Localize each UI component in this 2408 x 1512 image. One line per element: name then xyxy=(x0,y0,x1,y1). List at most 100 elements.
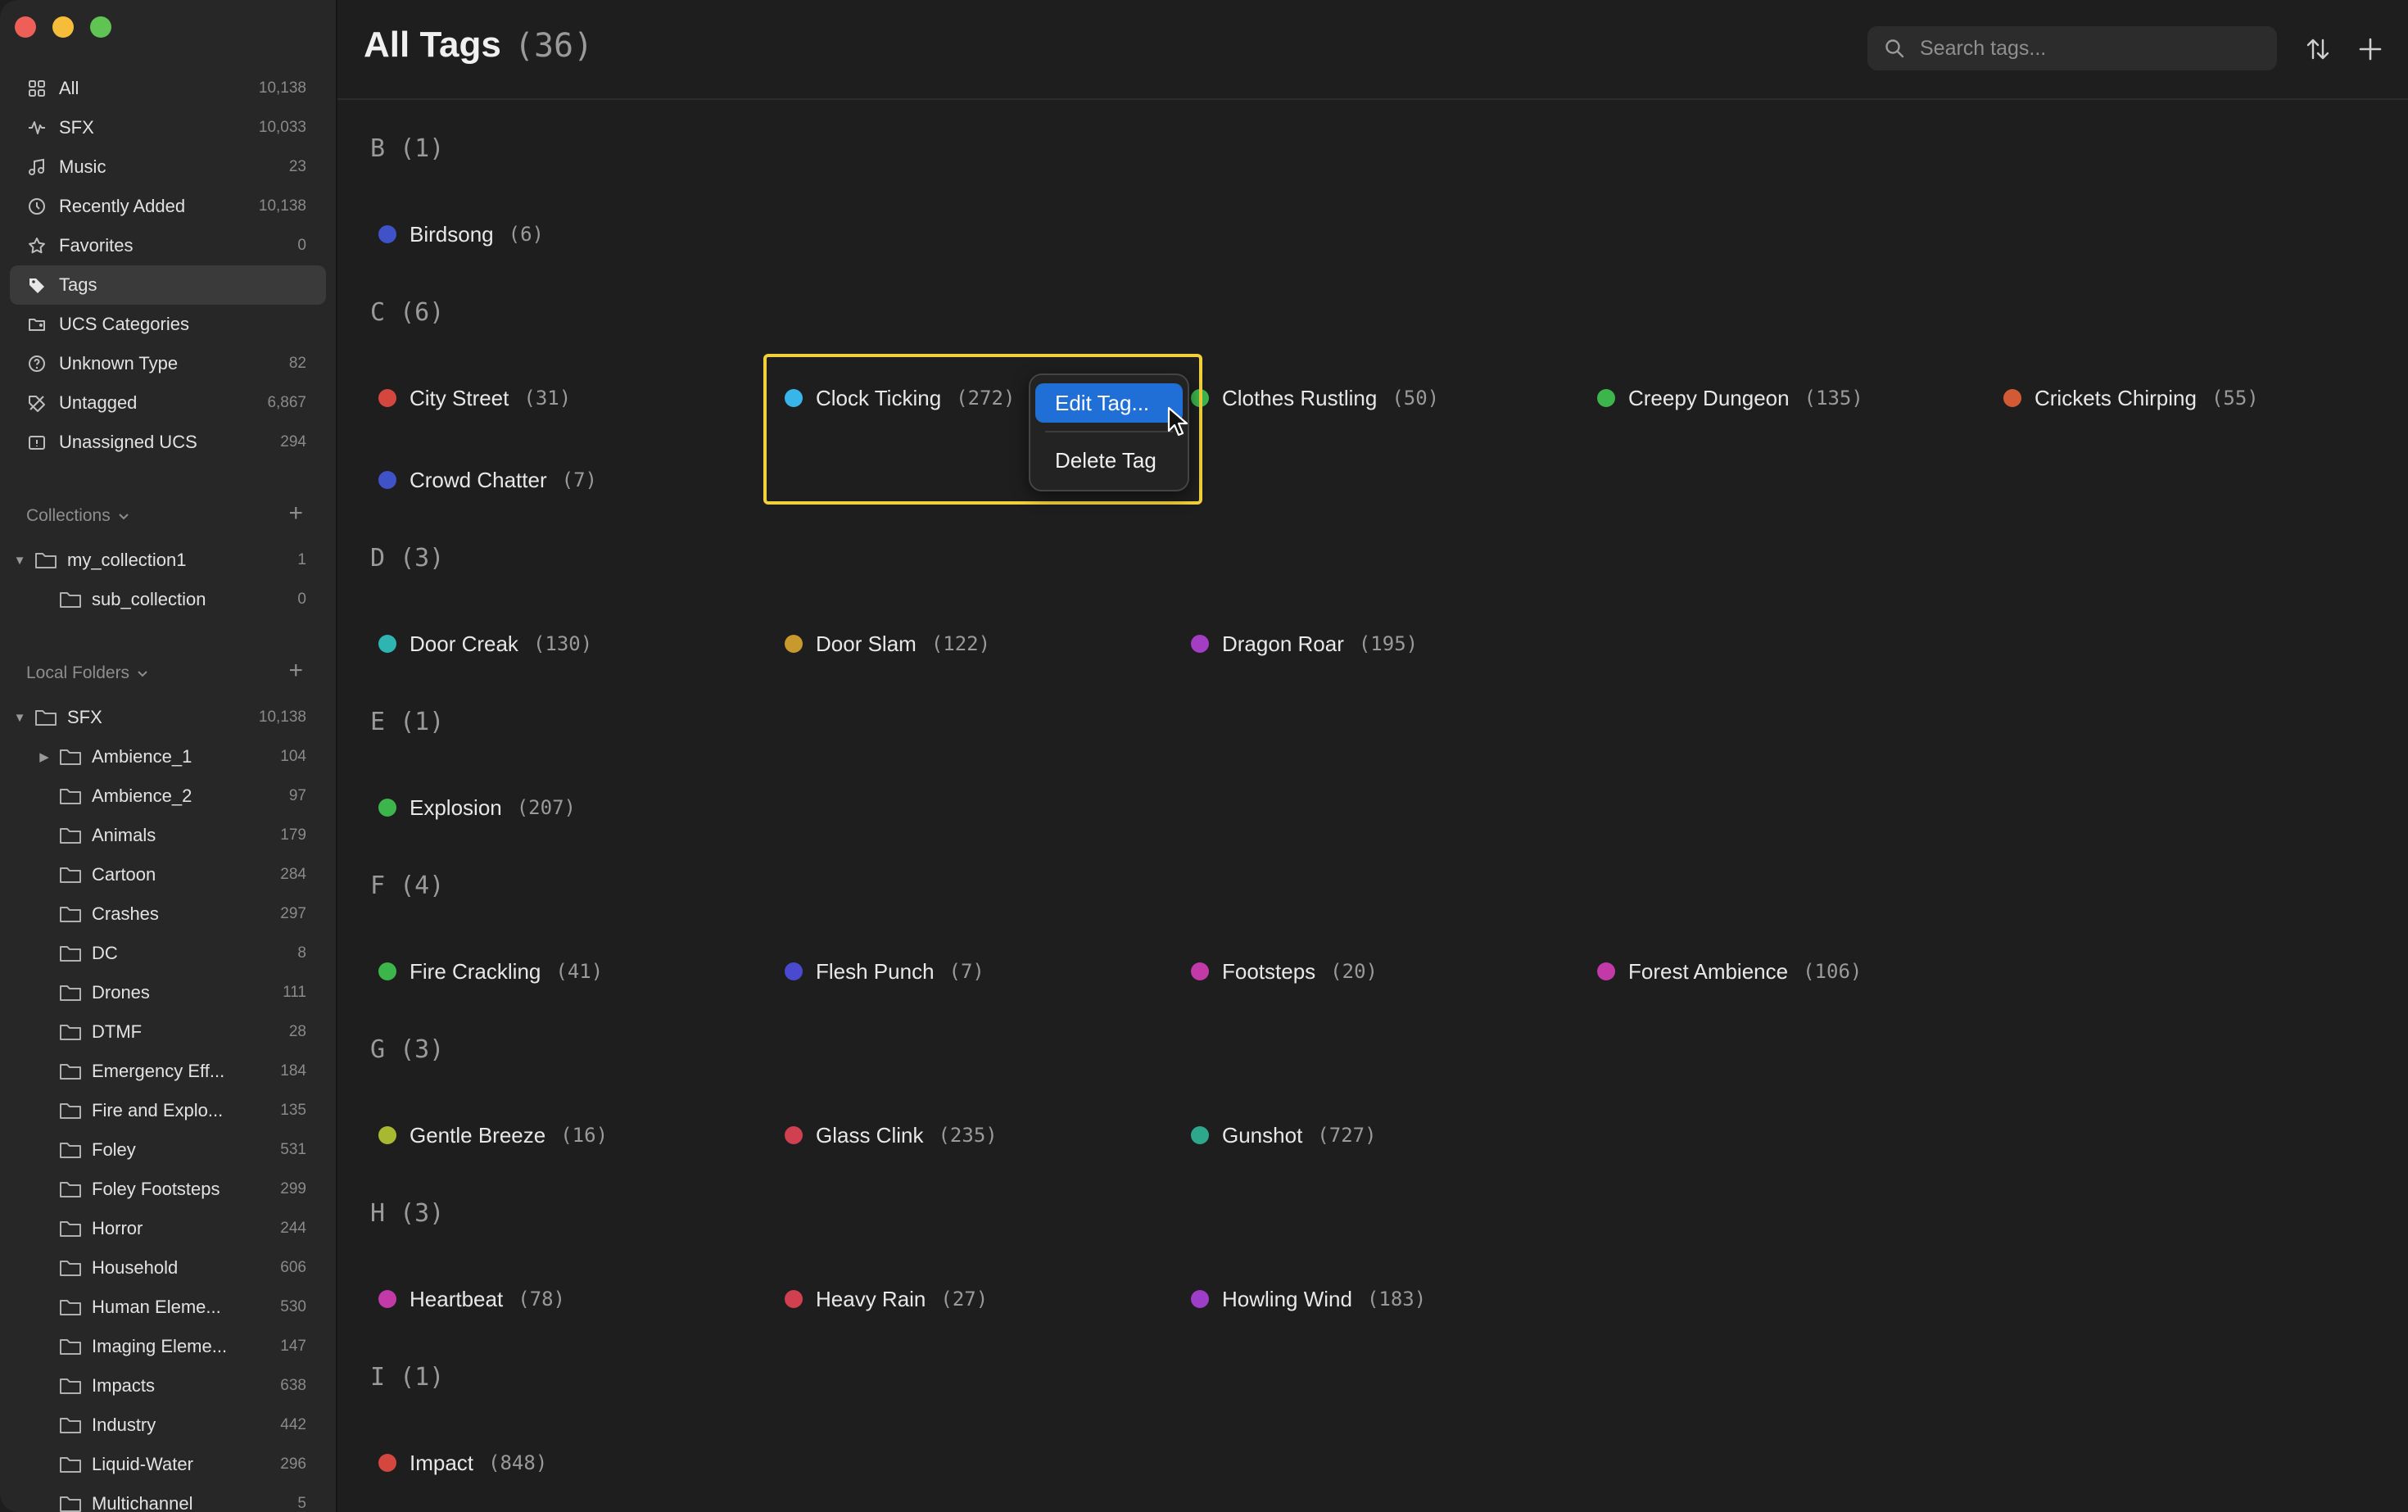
tag-count: (130) xyxy=(532,632,593,655)
local-folders-tree: ▼ SFX 10,138 ▶ Ambience_1 104 Ambience_2 97 Anim… xyxy=(10,698,326,1512)
sidebar-item-tags[interactable]: Tags xyxy=(10,265,326,305)
tree-item-imaging-eleme[interactable]: Imaging Eleme... 147 xyxy=(10,1327,326,1366)
sidebar-nav: All 10,138 SFX 10,033 Music 23 Recently Added 1… xyxy=(10,69,326,462)
folder-icon xyxy=(60,1378,81,1394)
tag-name: Door Slam xyxy=(816,631,917,656)
sidebar-item-unassigned-ucs[interactable]: Unassigned UCS 294 xyxy=(10,423,326,462)
tree-item-label: Impacts xyxy=(92,1375,156,1396)
tag-clothes-rustling[interactable]: Clothes Rustling (50) xyxy=(1191,380,1439,416)
delete-tag-menu-item[interactable]: Delete Tag xyxy=(1035,441,1183,480)
close-window-button[interactable] xyxy=(15,16,36,38)
tag-birdsong[interactable]: Birdsong (6) xyxy=(378,216,544,252)
tree-item-sub-collection[interactable]: sub_collection 0 xyxy=(10,580,326,619)
add-local-folder-button[interactable]: + xyxy=(288,659,303,683)
tag-crickets-chirping[interactable]: Crickets Chirping (55) xyxy=(2003,380,2259,416)
tag-color-dot xyxy=(378,635,396,653)
tag-color-dot xyxy=(785,962,803,980)
folder-icon xyxy=(60,1143,81,1158)
tree-item-liquid-water[interactable]: Liquid-Water 296 xyxy=(10,1445,326,1484)
tree-item-fire-and-explo[interactable]: Fire and Explo... 135 xyxy=(10,1091,326,1130)
tag-fire-crackling[interactable]: Fire Crackling (41) xyxy=(378,953,603,989)
sort-button[interactable] xyxy=(2300,31,2336,67)
add-tag-button[interactable] xyxy=(2352,31,2388,67)
folder-icon xyxy=(60,1339,81,1355)
tag-heartbeat[interactable]: Heartbeat (78) xyxy=(378,1281,565,1317)
tag-howling-wind[interactable]: Howling Wind (183) xyxy=(1191,1281,1426,1317)
disclosure-collapsed-icon[interactable]: ▶ xyxy=(36,749,52,764)
tag-gentle-breeze[interactable]: Gentle Breeze (16) xyxy=(378,1117,608,1153)
sidebar-item-unknown-type[interactable]: Unknown Type 82 xyxy=(10,344,326,383)
tree-item-foley[interactable]: Foley 531 xyxy=(10,1130,326,1170)
tree-item-household[interactable]: Household 606 xyxy=(10,1248,326,1288)
group-letter: C xyxy=(370,298,386,327)
sidebar-item-favorites[interactable]: Favorites 0 xyxy=(10,226,326,265)
tree-item-label: Imaging Eleme... xyxy=(92,1336,228,1356)
tree-item-multichannel[interactable]: Multichannel 5 xyxy=(10,1484,326,1512)
tag-count: (7) xyxy=(561,469,597,491)
tree-item-cartoon[interactable]: Cartoon 284 xyxy=(10,855,326,894)
group-header-b: B (1) xyxy=(370,134,444,163)
sidebar-item-untagged[interactable]: Untagged 6,867 xyxy=(10,383,326,423)
sidebar-item-label: Untagged xyxy=(59,392,138,413)
tag-name: Heartbeat xyxy=(410,1286,504,1311)
tag-flesh-punch[interactable]: Flesh Punch (7) xyxy=(785,953,984,989)
tag-context-menu: Edit Tag... Delete Tag xyxy=(1029,373,1189,491)
collections-header[interactable]: Collections xyxy=(26,506,130,526)
tree-item-dtmf[interactable]: DTMF 28 xyxy=(10,1012,326,1052)
tree-item-emergency-eff[interactable]: Emergency Eff... 184 xyxy=(10,1052,326,1091)
tag-explosion[interactable]: Explosion (207) xyxy=(378,790,576,826)
tag-gunshot[interactable]: Gunshot (727) xyxy=(1191,1117,1377,1153)
tag-door-slam[interactable]: Door Slam (122) xyxy=(785,626,990,662)
tag-heavy-rain[interactable]: Heavy Rain (27) xyxy=(785,1281,988,1317)
tree-item-foley-footsteps[interactable]: Foley Footsteps 299 xyxy=(10,1170,326,1209)
tag-footsteps[interactable]: Footsteps (20) xyxy=(1191,953,1378,989)
tree-item-drones[interactable]: Drones 111 xyxy=(10,973,326,1012)
search-field[interactable] xyxy=(1867,26,2277,70)
add-collection-button[interactable]: + xyxy=(288,501,303,526)
folder-tag-icon xyxy=(26,314,48,335)
zoom-window-button[interactable] xyxy=(90,16,111,38)
sidebar-item-recently-added[interactable]: Recently Added 10,138 xyxy=(10,187,326,226)
tag-count: (195) xyxy=(1358,632,1419,655)
tag-forest-ambience[interactable]: Forest Ambience (106) xyxy=(1597,953,1862,989)
sidebar-item-sfx[interactable]: SFX 10,033 xyxy=(10,108,326,147)
tree-item-label: Household xyxy=(92,1257,179,1278)
tag-crowd-chatter[interactable]: Crowd Chatter (7) xyxy=(378,462,597,498)
tree-item-animals[interactable]: Animals 179 xyxy=(10,816,326,855)
tag-city-street[interactable]: City Street (31) xyxy=(378,380,571,416)
minimize-window-button[interactable] xyxy=(52,16,74,38)
tag-impact[interactable]: Impact (848) xyxy=(378,1445,547,1481)
tag-glass-clink[interactable]: Glass Clink (235) xyxy=(785,1117,998,1153)
tag-door-creak[interactable]: Door Creak (130) xyxy=(378,626,592,662)
tree-item-human-eleme[interactable]: Human Eleme... 530 xyxy=(10,1288,326,1327)
sidebar-item-all[interactable]: All 10,138 xyxy=(10,69,326,108)
tree-item-count: 104 xyxy=(280,748,306,765)
tree-item-crashes[interactable]: Crashes 297 xyxy=(10,894,326,934)
plus-icon xyxy=(2359,38,2382,61)
sidebar-item-music[interactable]: Music 23 xyxy=(10,147,326,187)
search-input[interactable] xyxy=(1918,35,2249,61)
tree-item-industry[interactable]: Industry 442 xyxy=(10,1406,326,1445)
disclosure-expanded-icon[interactable]: ▼ xyxy=(11,711,28,725)
tree-item-horror[interactable]: Horror 244 xyxy=(10,1209,326,1248)
tag-count: (16) xyxy=(560,1124,609,1147)
group-count: (1) xyxy=(400,134,445,163)
tag-count: (78) xyxy=(518,1288,565,1311)
tree-item-ambience-1[interactable]: ▶ Ambience_1 104 xyxy=(10,737,326,776)
tree-item-dc[interactable]: DC 8 xyxy=(10,934,326,973)
tag-creepy-dungeon[interactable]: Creepy Dungeon (135) xyxy=(1597,380,1863,416)
folder-icon xyxy=(60,1103,81,1119)
tag-off-icon xyxy=(26,392,48,414)
disclosure-expanded-icon[interactable]: ▼ xyxy=(11,554,28,568)
tree-item-impacts[interactable]: Impacts 638 xyxy=(10,1366,326,1406)
top-bar: All Tags (36) xyxy=(337,0,2408,100)
tree-item-count: 147 xyxy=(280,1338,306,1355)
edit-tag-menu-item[interactable]: Edit Tag... xyxy=(1035,383,1183,423)
tree-item-my-collection1[interactable]: ▼ my_collection1 1 xyxy=(10,541,326,580)
tree-item-ambience-2[interactable]: Ambience_2 97 xyxy=(10,776,326,816)
tag-dragon-roar[interactable]: Dragon Roar (195) xyxy=(1191,626,1418,662)
sidebar-item-ucs-categories[interactable]: UCS Categories xyxy=(10,305,326,344)
tree-item-sfx[interactable]: ▼ SFX 10,138 xyxy=(10,698,326,737)
local-folders-header[interactable]: Local Folders xyxy=(26,663,149,683)
tag-name: Door Creak xyxy=(410,631,518,656)
